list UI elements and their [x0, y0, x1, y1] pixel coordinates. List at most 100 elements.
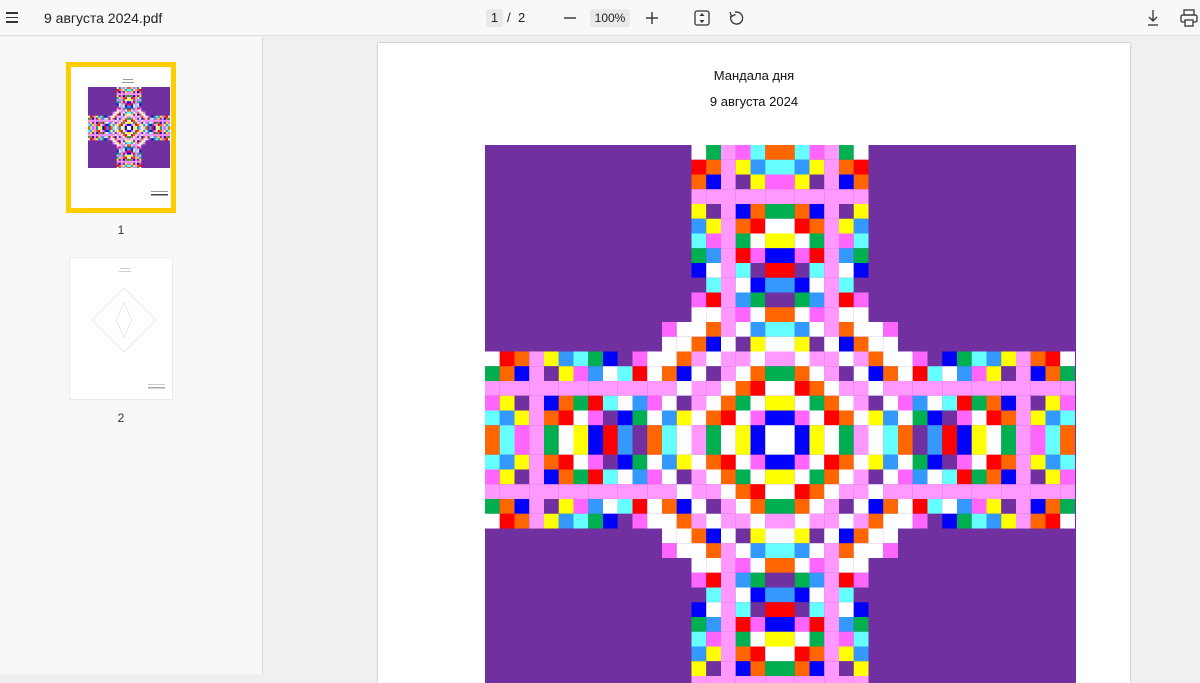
mandala-cell — [135, 111, 138, 114]
download-button[interactable] — [1143, 8, 1163, 28]
mandala-cell — [120, 123, 123, 126]
mandala-cell — [135, 150, 138, 153]
mandala-cell — [1060, 351, 1075, 367]
mandala-cell — [167, 132, 170, 135]
mandala-cell — [691, 587, 707, 603]
mandala-cell — [100, 134, 103, 137]
thumbnail-page-2[interactable] — [69, 257, 173, 400]
mandala-cell — [1045, 351, 1061, 367]
mandala-cell — [143, 132, 146, 135]
mandala-cell — [912, 484, 928, 499]
mandala-cell — [126, 148, 129, 151]
mandala-cell — [735, 336, 751, 352]
mandala-cell — [108, 136, 111, 139]
mandala-cell — [165, 125, 168, 128]
mandala-cell — [94, 123, 97, 126]
mandala-cell — [98, 134, 101, 137]
mandala-cell — [139, 119, 142, 122]
document-viewer[interactable]: Мандала дня 9 августа 2024 — [264, 37, 1200, 683]
mandala-cell — [102, 119, 105, 122]
mandala-cell — [735, 174, 751, 190]
mandala-cell — [110, 136, 113, 139]
mandala-cell — [112, 142, 115, 145]
mandala-cell — [137, 107, 140, 110]
mandala-cell — [118, 138, 121, 141]
mandala-cell — [912, 469, 928, 485]
mandala-cell — [126, 142, 129, 145]
mandala-cell — [131, 154, 134, 157]
mandala-cell — [155, 138, 158, 141]
mandala-cell — [750, 292, 766, 308]
mandala-cell — [149, 123, 152, 126]
mandala-cell — [809, 646, 825, 662]
mandala-cell — [90, 115, 93, 118]
total-pages: 2 — [518, 10, 526, 25]
mandala-cell — [106, 138, 109, 141]
mandala-cell — [721, 292, 736, 308]
mandala-cell — [165, 128, 168, 131]
mandala-cell — [112, 138, 115, 141]
mandala-cell — [839, 233, 854, 249]
mandala-cell — [839, 336, 854, 352]
mandala-cell — [691, 558, 707, 573]
menu-button[interactable] — [4, 8, 22, 26]
mandala-cell — [135, 105, 138, 108]
mandala-cell — [92, 121, 95, 124]
mandala-cell — [163, 128, 166, 131]
mandala-cell — [721, 528, 736, 544]
mandala-cell — [735, 513, 751, 529]
rotate-button[interactable] — [726, 8, 746, 28]
mandala-cell — [143, 138, 146, 141]
zoom-out-button[interactable] — [560, 8, 580, 28]
mandala-cell — [131, 148, 134, 151]
zoom-in-button[interactable] — [642, 8, 662, 28]
mandala-cell — [558, 410, 574, 426]
mandala-cell — [141, 111, 144, 114]
mandala-cell — [957, 425, 972, 440]
mandala-cell — [88, 134, 91, 137]
mandala-cell — [942, 499, 957, 514]
mandala-cell — [88, 119, 91, 122]
mandala-cell — [118, 117, 121, 120]
mandala-cell — [588, 381, 603, 396]
mandala-cell — [735, 277, 751, 293]
mandala-cell — [765, 381, 780, 396]
mandala-cell — [139, 166, 142, 168]
mandala-cell — [161, 121, 164, 124]
mandala-cell — [122, 156, 125, 159]
mandala-cell — [114, 140, 117, 143]
mandala-cell — [122, 107, 125, 110]
thumbnail-page-1[interactable] — [66, 62, 176, 213]
mandala-cell — [794, 218, 810, 234]
mandala-cell — [92, 132, 95, 135]
mandala-cell — [780, 351, 795, 367]
mandala-cell — [1016, 425, 1031, 440]
mandala-cell — [691, 307, 707, 322]
print-button[interactable] — [1179, 8, 1199, 28]
mandala-cell — [735, 528, 751, 544]
mandala-cell — [898, 395, 913, 411]
mandala-cell — [765, 646, 780, 662]
mandala-cell — [721, 233, 736, 249]
mandala-cell — [120, 150, 123, 153]
mandala-cell — [750, 381, 766, 396]
mandala-cell — [122, 128, 125, 131]
mandala-cell — [794, 145, 810, 160]
mandala-cell — [750, 248, 766, 263]
mandala-cell — [824, 558, 839, 573]
current-page-input[interactable]: 1 — [486, 9, 503, 27]
mandala-cell — [139, 111, 142, 114]
mandala-cell — [126, 132, 129, 135]
mandala-cell — [151, 136, 154, 139]
mandala-cell — [691, 159, 707, 175]
mandala-cell — [794, 292, 810, 308]
mandala-cell — [126, 144, 129, 147]
mandala-cell — [765, 218, 780, 234]
mandala-cell — [794, 307, 810, 322]
mandala-cell — [90, 132, 93, 135]
mandala-cell — [131, 146, 134, 149]
fit-page-button[interactable] — [692, 8, 712, 28]
zoom-level[interactable]: 100% — [590, 9, 630, 27]
mandala-cell — [721, 646, 736, 662]
mandala-cell — [839, 395, 854, 411]
